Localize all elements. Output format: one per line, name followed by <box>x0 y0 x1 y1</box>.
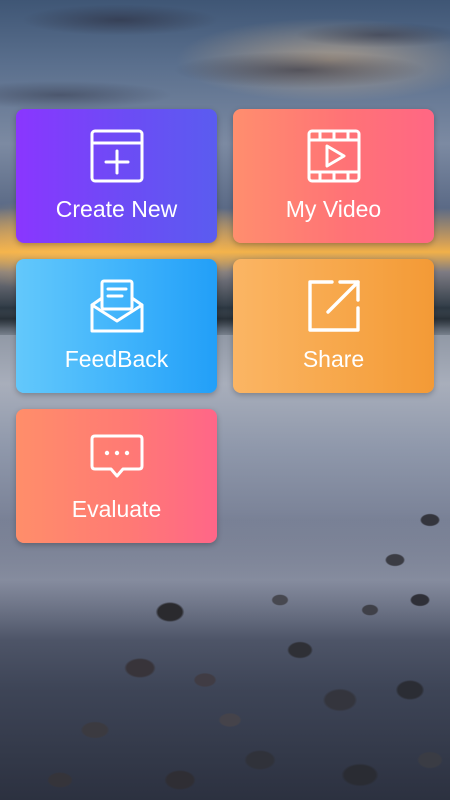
feedback-button[interactable]: FeedBack <box>16 259 217 393</box>
create-new-label: Create New <box>55 196 178 222</box>
share-label: Share <box>302 346 365 372</box>
add-window-icon <box>89 128 145 184</box>
evaluate-button[interactable]: Evaluate <box>16 409 217 543</box>
create-new-button[interactable]: Create New <box>16 109 217 243</box>
video-play-icon <box>306 128 362 184</box>
share-button[interactable]: Share <box>233 259 434 393</box>
my-video-label: My Video <box>285 196 382 222</box>
share-external-icon <box>306 278 362 334</box>
my-video-button[interactable]: My Video <box>233 109 434 243</box>
chat-bubble-icon <box>89 428 145 484</box>
feedback-label: FeedBack <box>64 346 169 372</box>
evaluate-label: Evaluate <box>71 496 162 522</box>
mail-icon <box>89 278 145 334</box>
